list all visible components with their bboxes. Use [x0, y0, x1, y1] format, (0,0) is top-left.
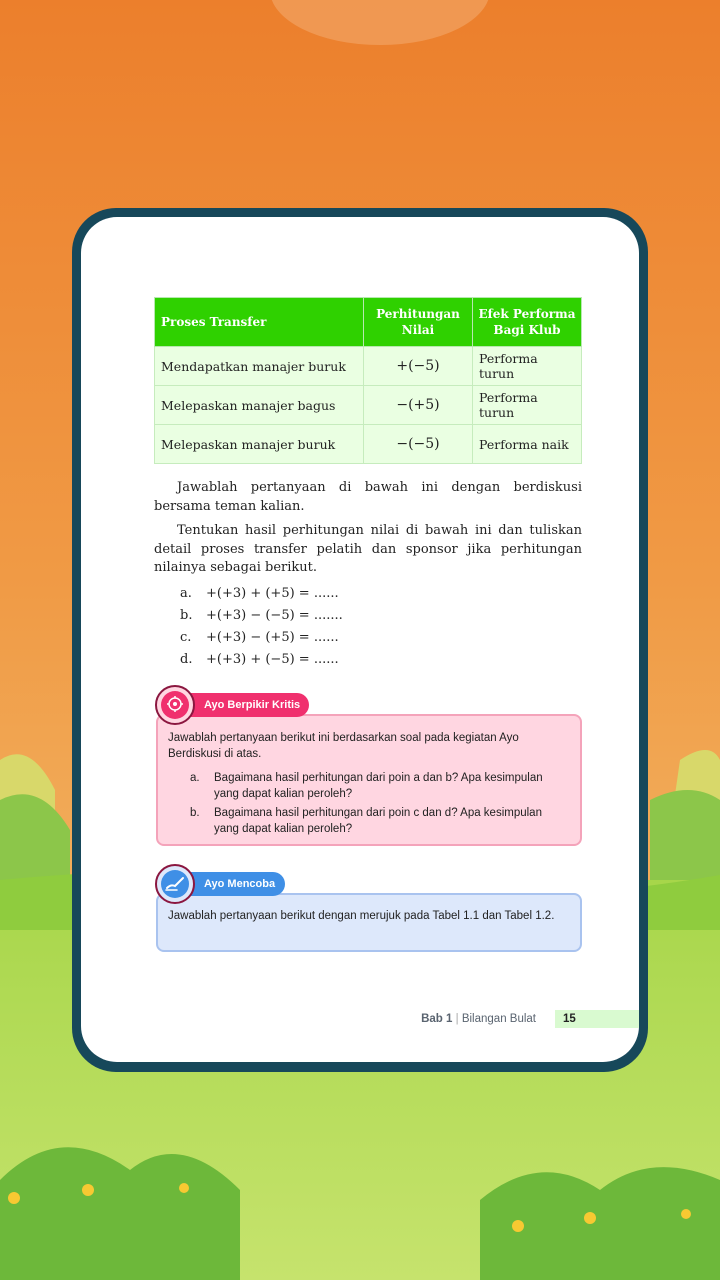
page-number: 15 [555, 1010, 639, 1028]
hand-pencil-icon [155, 864, 195, 904]
list-item: a. +(+3) + (+5) = ...... [180, 583, 343, 605]
footer-chapter: Bab 1 | Bilangan Bulat [421, 1010, 536, 1028]
table-row: Melepaskan manajer bagus −(+5) Performa … [154, 385, 582, 425]
item-expression: +(+3) − (−5) = ....... [206, 608, 343, 623]
cell-calc: −(+5) [363, 385, 473, 425]
critical-item: a. Bagaimana hasil perhitungan dari poin… [190, 770, 568, 802]
cell-calc: +(−5) [363, 346, 473, 386]
item-label: a. [190, 772, 200, 784]
try-it-text: Jawablah pertanyaan berikut dengan meruj… [168, 910, 555, 922]
cell-efek: Performa naik [472, 424, 582, 464]
critical-item: b. Bagaimana hasil perhitungan dari poin… [190, 805, 568, 837]
critical-thinking-intro: Jawablah pertanyaan berikut ini berdasar… [168, 732, 519, 760]
item-expression: +(+3) − (+5) = ...... [206, 630, 339, 645]
item-label: b. [180, 608, 193, 623]
item-label: b. [190, 807, 200, 819]
table-row: Mendapatkan manajer buruk +(−5) Performa… [154, 346, 582, 386]
discussion-paragraph: Jawablah pertanyaan di bawah ini dengan … [154, 480, 582, 514]
table-row: Melepaskan manajer buruk −(−5) Performa … [154, 424, 582, 464]
item-text: Bagaimana hasil perhitungan dari poin c … [214, 807, 542, 835]
cell-efek: Performa turun [472, 346, 582, 386]
item-label: d. [180, 652, 193, 667]
chapter-title: Bilangan Bulat [461, 1013, 536, 1025]
transfer-table: Proses Transfer Perhitungan Nilai Efek P… [154, 297, 582, 464]
cell-proses: Melepaskan manajer bagus [154, 385, 364, 425]
item-label: a. [180, 586, 192, 601]
cell-proses: Mendapatkan manajer buruk [154, 346, 364, 386]
chapter-number: Bab 1 [421, 1013, 453, 1025]
critical-thinking-box: Jawablah pertanyaan berikut ini berdasar… [156, 714, 582, 846]
question-list: a. +(+3) + (+5) = ...... b. +(+3) − (−5) =… [180, 583, 343, 671]
item-text: Bagaimana hasil perhitungan dari poin a … [214, 772, 543, 800]
cell-efek: Performa turun [472, 385, 582, 425]
cell-calc: −(−5) [363, 424, 473, 464]
cell-proses: Melepaskan manajer buruk [154, 424, 364, 464]
table-header-row: Proses Transfer Perhitungan Nilai Efek P… [154, 297, 582, 347]
list-item: c. +(+3) − (+5) = ...... [180, 627, 343, 649]
book-page[interactable]: Proses Transfer Perhitungan Nilai Efek P… [81, 217, 639, 1062]
page-footer: Bab 1 | Bilangan Bulat 15 [381, 1010, 639, 1028]
col-header-efek: Efek Performa Bagi Klub [472, 297, 582, 347]
try-it-box: Jawablah pertanyaan berikut dengan meruj… [156, 893, 582, 952]
instruction-paragraph: Tentukan hasil perhitungan nilai di bawa… [154, 523, 582, 575]
list-item: d. +(+3) + (−5) = ...... [180, 649, 343, 671]
footer-separator: | [455, 1013, 459, 1025]
item-expression: +(+3) + (+5) = ...... [206, 586, 339, 601]
gear-head-icon [155, 685, 195, 725]
col-header-perhitungan: Perhitungan Nilai [363, 297, 473, 347]
list-item: b. +(+3) − (−5) = ....... [180, 605, 343, 627]
col-header-proses: Proses Transfer [154, 297, 364, 347]
item-expression: +(+3) + (−5) = ...... [206, 652, 339, 667]
item-label: c. [180, 630, 192, 645]
